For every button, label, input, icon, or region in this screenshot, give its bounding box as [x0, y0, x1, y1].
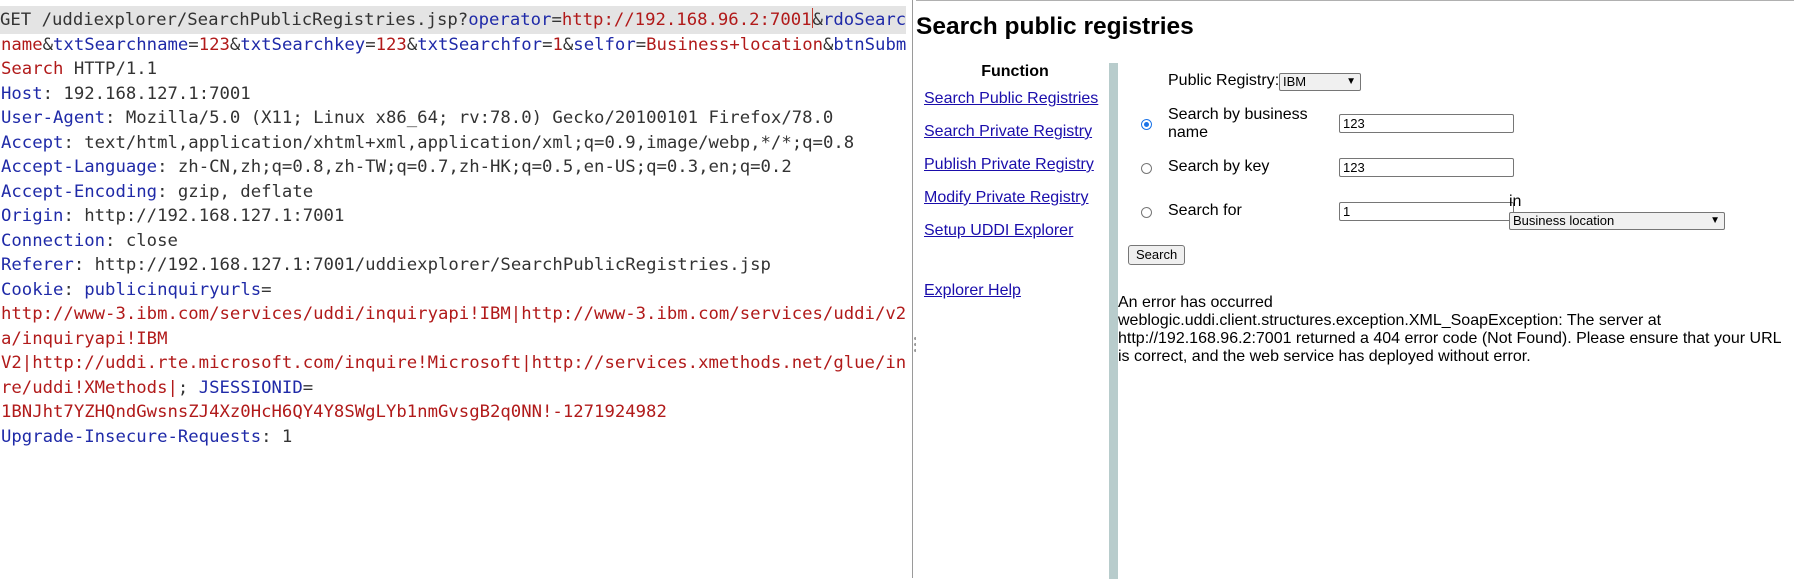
param-value: 123: [375, 34, 407, 55]
request-text: : zh-CN,zh;q=0.8,zh-TW;q=0.7,zh-HK;q=0.5…: [157, 157, 792, 177]
request-text: &: [406, 34, 418, 55]
registry-select[interactable]: IBM ▼: [1279, 73, 1361, 91]
nav-link-setup-explorer[interactable]: Setup UDDI Explorer: [924, 222, 1106, 240]
error-heading: An error has occurred: [1118, 294, 1273, 311]
registry-label: Public Registry:: [1168, 72, 1280, 89]
nav-link-modify-private[interactable]: Modify Private Registry: [924, 189, 1106, 207]
search-for-input[interactable]: 1: [1339, 202, 1514, 221]
param-value: name: [1, 34, 43, 55]
param-key: Accept-Language: [1, 157, 158, 177]
search-in-select-value: Business location: [1513, 213, 1615, 228]
request-text: : Mozilla/5.0 (X11; Linux x86_64; rv:78.…: [105, 108, 834, 128]
request-text: ;: [177, 377, 199, 398]
request-text: =: [302, 377, 314, 398]
request-text: :: [63, 279, 85, 300]
param-key: JSESSIONID: [198, 377, 303, 398]
param-key: Origin: [1, 206, 64, 226]
param-value: re/uddi!XMethods|: [1, 377, 178, 398]
error-detail: weblogic.uddi.client.structures.exceptio…: [1118, 312, 1781, 365]
radio-by-name[interactable]: [1141, 119, 1152, 130]
request-editor[interactable]: GET /uddiexplorer/SearchPublicRegistries…: [0, 0, 908, 578]
page-title: Search public registries: [916, 13, 1194, 40]
radio-by-key[interactable]: [1141, 163, 1152, 174]
param-key: txtSearchfor: [417, 34, 543, 55]
request-text: : 1: [261, 426, 293, 447]
param-value: 123: [198, 34, 230, 55]
param-key: txtSearchkey: [240, 34, 366, 55]
param-key: rdoSearch: [822, 10, 906, 30]
request-text: &: [812, 10, 823, 30]
by-key-label: Search by key: [1168, 158, 1270, 175]
param-key: publicinquiryurls: [84, 279, 262, 300]
request-text: &: [823, 34, 834, 55]
request-text: =: [365, 34, 376, 55]
nav-divider: [1109, 63, 1118, 579]
nav-heading: Function: [981, 63, 1049, 80]
request-text: : gzip, deflate: [157, 181, 314, 202]
param-key: Accept-Encoding: [1, 181, 158, 202]
nav-link-search-private[interactable]: Search Private Registry: [924, 123, 1106, 141]
request-text: =: [188, 34, 199, 55]
param-key: Host: [1, 83, 43, 104]
error-message: An error has occurred weblogic.uddi.clie…: [1118, 294, 1788, 366]
search-for-label: Search for: [1168, 202, 1242, 219]
response-render: Search public registries Function Search…: [916, 0, 1794, 579]
param-value: Search: [1, 59, 64, 79]
param-value: 1: [552, 34, 563, 55]
function-nav: Function Search Public Registries Search…: [924, 63, 1106, 315]
param-value: http://192.168.96.2:7001: [561, 10, 812, 30]
param-value: Business+location: [646, 34, 824, 55]
search-in-select[interactable]: Business location ▼: [1509, 212, 1725, 230]
in-label: in: [1509, 193, 1522, 210]
key-input[interactable]: 123: [1339, 158, 1514, 177]
request-text: GET /uddiexplorer/SearchPublicRegistries…: [0, 10, 469, 30]
nav-link-publish-private[interactable]: Publish Private Registry: [924, 156, 1106, 174]
request-text: : text/html,application/xhtml+xml,applic…: [63, 132, 855, 153]
param-key: Cookie: [1, 279, 64, 300]
param-key: txtSearchname: [53, 34, 189, 55]
nav-link-explorer-help[interactable]: Explorer Help: [924, 282, 1106, 300]
request-text: =: [551, 10, 562, 30]
param-value: 1BNJht7YZHQndGwsnsZJ4Xz0HcH6QY4Y8SWgLYb1…: [1, 402, 667, 422]
request-text: : 192.168.127.1:7001: [42, 83, 251, 104]
request-text: &: [42, 34, 54, 55]
param-value: a/inquiryapi!IBM: [1, 328, 168, 349]
chevron-down-icon: ▼: [1710, 215, 1720, 226]
request-text: &: [229, 34, 241, 55]
registry-select-value: IBM: [1283, 74, 1307, 89]
request-text: =: [635, 34, 647, 55]
param-key: Upgrade-Insecure-Requests: [1, 426, 262, 447]
param-value: http://www-3.ibm.com/services/uddi/inqui…: [1, 304, 907, 324]
param-key: Connection: [1, 230, 106, 251]
by-name-label: Search by business name: [1168, 106, 1308, 141]
param-key: selfor: [573, 34, 636, 55]
param-key: User-Agent: [1, 108, 106, 128]
business-name-input[interactable]: 123: [1339, 114, 1514, 133]
request-text: : http://192.168.127.1:7001: [63, 206, 345, 226]
param-key: Accept: [1, 132, 64, 153]
request-text: &: [562, 34, 574, 55]
nav-link-search-public[interactable]: Search Public Registries: [924, 90, 1106, 108]
param-value: V2|http://uddi.rte.microsoft.com/inquire…: [1, 353, 907, 373]
search-button[interactable]: Search: [1128, 245, 1186, 265]
chevron-down-icon: ▼: [1346, 76, 1356, 87]
request-text: =: [261, 279, 272, 300]
radio-search-for[interactable]: [1141, 207, 1152, 218]
request-text: : close: [105, 230, 178, 251]
request-text: : http://192.168.127.1:7001/uddiexplorer…: [73, 255, 771, 275]
param-key: btnSubmit: [833, 34, 907, 55]
param-key: Referer: [1, 255, 74, 275]
param-key: operator: [468, 10, 552, 30]
request-line: Upgrade-Insecure-Requests: 1: [1, 423, 907, 451]
request-text: HTTP/1.1: [63, 59, 158, 79]
request-text: =: [542, 34, 553, 55]
